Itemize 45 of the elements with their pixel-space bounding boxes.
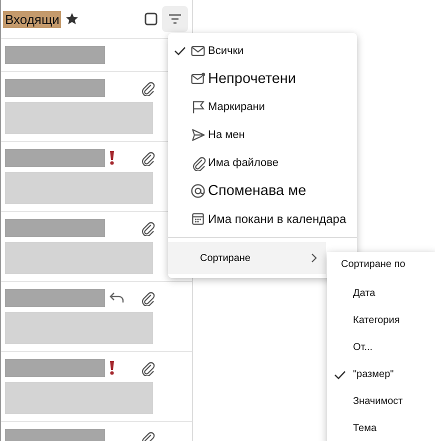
chevron-right-icon [310, 253, 318, 263]
sort-option[interactable]: Сортиране [168, 242, 326, 274]
option-label: Има файлове [208, 157, 278, 169]
send-icon [190, 127, 206, 143]
paperclip-icon [139, 290, 155, 306]
checkbox-icon[interactable] [144, 12, 158, 26]
filter-option[interactable]: Непрочетени [168, 65, 357, 93]
submenu-title: Сортиране по [340, 258, 406, 272]
filter-option[interactable]: На мен [168, 121, 357, 149]
filter-option[interactable]: Споменава ме [168, 177, 357, 205]
exclamation-icon [109, 151, 115, 165]
filter-option[interactable]: Маркирани [168, 93, 357, 121]
paperclip-icon [139, 360, 155, 376]
filter-option[interactable]: Има файлове [168, 149, 357, 177]
unread-mail-icon [190, 71, 206, 87]
option-label: Непрочетени [208, 71, 296, 87]
filter-option[interactable]: Всички [168, 37, 357, 65]
paperclip-icon [139, 150, 155, 166]
sort-choice[interactable]: Дата [353, 288, 376, 299]
paperclip-icon [139, 220, 155, 236]
folder-title: Входящи [3, 10, 62, 28]
filter-button[interactable] [162, 6, 188, 32]
sort-choice[interactable]: Значимост [353, 396, 403, 407]
sort-choice[interactable]: "размер" [353, 369, 394, 380]
option-label: На мен [208, 129, 245, 141]
exclamation-icon [109, 361, 115, 375]
sort-choice[interactable]: Категория [353, 315, 400, 326]
option-label: Споменава ме [208, 183, 306, 199]
flag-icon [190, 99, 206, 115]
paperclip-icon [190, 155, 206, 171]
checkmark-icon [174, 46, 186, 56]
reply-arrow-icon [109, 291, 125, 305]
at-sign-icon [190, 183, 206, 199]
filter-icon [168, 13, 182, 25]
star-icon[interactable] [65, 12, 80, 26]
paperclip-icon [139, 80, 155, 96]
option-label: Всички [208, 45, 244, 57]
calendar-icon [190, 211, 206, 227]
filter-option[interactable]: Има покани в календара [168, 205, 357, 233]
checkmark-icon [334, 370, 346, 380]
sort-choice[interactable]: Тема [353, 423, 377, 434]
mail-icon [190, 43, 206, 59]
sort-choice[interactable]: От... [353, 342, 373, 353]
option-label: Има покани в календара [208, 212, 346, 226]
option-label: Маркирани [208, 101, 265, 113]
